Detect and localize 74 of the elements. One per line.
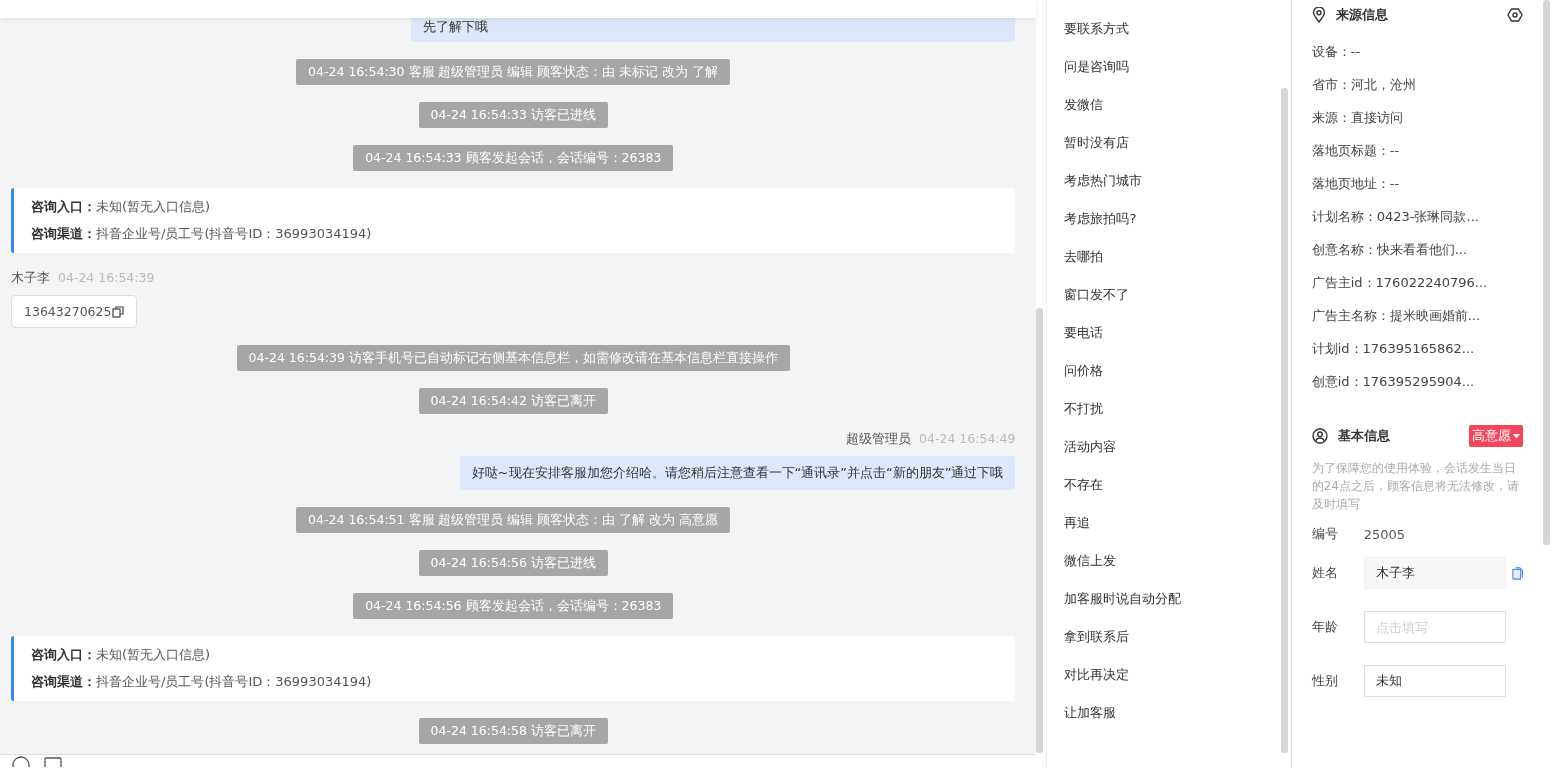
- input-field[interactable]: 未知: [1363, 665, 1506, 697]
- entry-value: 未知(暂无入口信息): [96, 198, 211, 216]
- entry-label: 咨询入口：: [31, 198, 96, 216]
- system-message: 04-24 16:54:39 访客手机号已自动标记右侧基本信息栏，如需修改请在基本信息栏直接操作: [236, 345, 790, 371]
- field-value: 25005: [1363, 526, 1406, 542]
- channel-value: 抖音企业号/员工号(抖音号ID：36993034194): [96, 673, 372, 691]
- system-message: 04-24 16:54:58 访客已离开: [418, 718, 608, 744]
- message-bubble: 好哒~现在安排客服加您介绍哈。请您稍后注意查看一下“通讯录”并点击“新的朋友”通过下哦: [459, 456, 1016, 490]
- source-info-row-text: 来源：直接访问: [1311, 109, 1404, 127]
- source-info-row-text: 创意名称：快来看看他们...: [1311, 241, 1469, 259]
- source-info-row-text: 创意id：176395295904...: [1311, 373, 1476, 391]
- system-message: 04-24 16:54:56 访客已进线: [418, 550, 608, 576]
- message-time: 04-24 16:54:39: [58, 270, 155, 285]
- system-message: 04-24 16:54:42 访客已离开: [418, 388, 608, 414]
- section-title: 来源信息: [1335, 6, 1389, 24]
- quick-reply-item[interactable]: 要联系方式: [1064, 19, 1130, 38]
- quick-reply-item[interactable]: 去哪拍: [1064, 247, 1104, 266]
- sender-name: 超级管理员: [846, 431, 911, 448]
- system-message: 04-24 16:54:33 访客已进线: [418, 102, 608, 128]
- quick-reply-item[interactable]: 要电话: [1064, 323, 1104, 342]
- quick-reply-item[interactable]: 活动内容: [1064, 437, 1117, 456]
- section-title: 基本信息: [1337, 427, 1391, 445]
- settings-icon[interactable]: [1507, 8, 1523, 22]
- quick-reply-item[interactable]: 考虑热门城市: [1064, 171, 1143, 190]
- quick-reply-item[interactable]: 考虑旅拍吗?: [1064, 209, 1137, 228]
- field-label: 编号: [1311, 525, 1339, 543]
- quick-reply-item[interactable]: 窗口发不了: [1064, 285, 1130, 304]
- scrollbar[interactable]: [1280, 88, 1288, 753]
- quick-reply-item[interactable]: 让加客服: [1064, 703, 1117, 722]
- field-label: 年龄: [1311, 618, 1339, 636]
- source-info-row-text: 省市：河北，沧州: [1311, 76, 1417, 94]
- field-label: 性别: [1311, 672, 1339, 690]
- caret-icon: [1513, 433, 1520, 439]
- source-info-row-text: 设备：--: [1311, 43, 1362, 61]
- intent-tag-dropdown[interactable]: 高意愿: [1469, 425, 1523, 447]
- quick-reply-item[interactable]: 微信上发: [1064, 551, 1117, 570]
- source-info-row-text: 落地页地址：--: [1311, 175, 1401, 193]
- source-info-row-text: 计划id：176395165862...: [1311, 340, 1476, 358]
- quick-reply-item[interactable]: 问是咨询吗: [1064, 57, 1130, 76]
- copy-icon[interactable]: [112, 305, 125, 318]
- sender-name: 木子李: [11, 270, 50, 287]
- message-time: 04-24 16:54:49: [919, 431, 1016, 446]
- field-label: 姓名: [1311, 564, 1339, 582]
- quick-reply-item[interactable]: 不打扰: [1064, 399, 1104, 418]
- quick-reply-item[interactable]: 再追: [1064, 513, 1091, 532]
- source-info-row-text: 广告主id：176022240796...: [1311, 274, 1489, 292]
- channel-label: 咨询渠道：: [31, 673, 96, 691]
- entry-value: 未知(暂无入口信息): [96, 646, 211, 664]
- quick-reply-item[interactable]: 问价格: [1064, 361, 1104, 380]
- source-info-row-text: 计划名称：0423-张琳同款...: [1311, 208, 1480, 226]
- source-info-row-text: 广告主名称：提米映画婚前...: [1311, 307, 1482, 325]
- quick-reply-item[interactable]: 拿到联系后: [1064, 627, 1130, 646]
- quick-reply-item[interactable]: 加客服时说自动分配: [1064, 589, 1182, 608]
- system-message: 04-24 16:54:51 客服 超级管理员 编辑 顾客状态：由 了解 改为 高意愿: [296, 507, 731, 533]
- quick-reply-item[interactable]: 发微信: [1064, 95, 1104, 114]
- system-message: 04-24 16:54:33 顾客发起会话，会话编号：26383: [353, 145, 674, 171]
- source-info-row-text: 落地页标题：--: [1311, 142, 1401, 160]
- phone-message: 13643270625: [11, 295, 138, 328]
- emoji-icon[interactable]: [12, 755, 30, 767]
- entry-label: 咨询入口：: [31, 646, 96, 664]
- quick-reply-item[interactable]: 暂时没有店: [1064, 133, 1130, 152]
- user-circle-icon: [1311, 428, 1328, 444]
- notice-text: 为了保障您的使用体验，会话发生当日的24点之后，顾客信息将无法修改，请及时填写: [1311, 460, 1520, 513]
- channel-label: 咨询渠道：: [31, 225, 96, 243]
- system-message: 04-24 16:54:56 顾客发起会话，会话编号：26383: [353, 593, 674, 619]
- scrollbar[interactable]: [1036, 308, 1044, 753]
- system-message: 04-24 16:54:30 客服 超级管理员 编辑 顾客状态：由 未标记 改为 了解: [296, 59, 731, 85]
- channel-value: 抖音企业号/员工号(抖音号ID：36993034194): [96, 225, 372, 243]
- scrollbar[interactable]: [1543, 0, 1550, 545]
- message-bubble: 先了解下哦: [411, 18, 1016, 42]
- location-pin-icon: [1311, 7, 1326, 23]
- quick-reply-item[interactable]: 不存在: [1064, 475, 1104, 494]
- image-icon[interactable]: [44, 755, 62, 767]
- quick-reply-item[interactable]: 对比再决定: [1064, 665, 1130, 684]
